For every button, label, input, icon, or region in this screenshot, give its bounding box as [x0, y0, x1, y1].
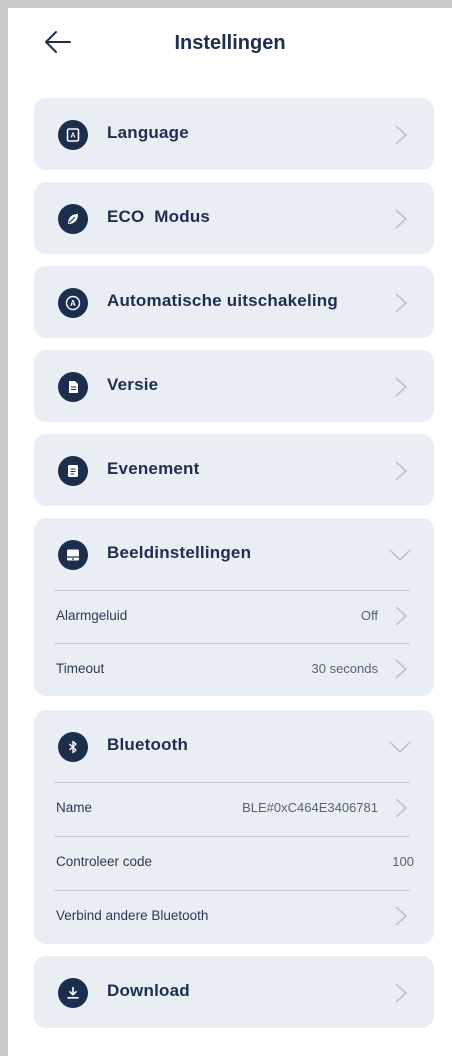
alarm-sound-value: Off [360, 608, 378, 623]
settings-screen: Instellingen A Language ECO Modus A Auto… [8, 8, 452, 1056]
bluetooth-card: Bluetooth Name BLE#0xC464E3406781 Contro… [34, 710, 434, 944]
bluetooth-name-label: Name [56, 800, 93, 815]
event-row[interactable]: Evenement [34, 434, 434, 506]
check-code-label: Controleer code [56, 854, 153, 869]
divider [54, 590, 410, 591]
chevron-right-icon [395, 461, 408, 481]
divider [54, 836, 410, 837]
download-label: Download [107, 981, 190, 1000]
svg-text:A: A [70, 299, 76, 308]
language-card: A Language [34, 98, 434, 170]
bluetooth-row[interactable]: Bluetooth [34, 710, 434, 782]
chevron-down-icon [389, 549, 411, 562]
page-title: Instellingen [8, 32, 452, 55]
event-card: Evenement [34, 434, 434, 506]
document-icon [58, 372, 88, 402]
connect-other-bluetooth-label: Verbind andere Bluetooth [56, 908, 209, 923]
version-row[interactable]: Versie [34, 350, 434, 422]
chevron-right-icon [395, 983, 408, 1003]
divider [54, 890, 410, 891]
divider [54, 643, 410, 644]
svg-text:A: A [70, 133, 75, 140]
download-card: Download [34, 956, 434, 1028]
bluetooth-icon [58, 732, 88, 762]
auto-off-label: Automatische uitschakeling [107, 291, 338, 310]
chevron-right-icon [395, 125, 408, 145]
timeout-label: Timeout [56, 661, 105, 676]
chevron-right-icon [395, 606, 408, 626]
event-list-icon [58, 456, 88, 486]
check-code-value: 100 [392, 854, 414, 869]
auto-icon: A [58, 288, 88, 318]
alarm-sound-label: Alarmgeluid [56, 608, 128, 623]
window-frame-left [0, 0, 8, 1056]
display-settings-card: Beeldinstellingen Alarmgeluid Off Timeou… [34, 518, 434, 696]
download-row[interactable]: Download [34, 956, 434, 1028]
download-icon [58, 978, 88, 1008]
alarm-sound-row[interactable]: Alarmgeluid Off [34, 590, 434, 642]
timeout-row[interactable]: Timeout 30 seconds [34, 643, 434, 695]
auto-off-row[interactable]: A Automatische uitschakeling [34, 266, 434, 338]
bluetooth-label: Bluetooth [107, 735, 189, 754]
bluetooth-name-row[interactable]: Name BLE#0xC464E3406781 [34, 782, 434, 834]
timeout-value: 30 seconds [311, 661, 379, 676]
display-settings-row[interactable]: Beeldinstellingen [34, 518, 434, 590]
version-card: Versie [34, 350, 434, 422]
divider [54, 782, 410, 783]
chevron-right-icon [395, 798, 408, 818]
version-label: Versie [107, 375, 159, 394]
leaf-icon [58, 204, 88, 234]
page-title-text: Instellingen [174, 32, 286, 54]
event-label: Evenement [107, 459, 200, 478]
chevron-right-icon [395, 293, 408, 313]
language-label: Language [107, 123, 189, 142]
eco-row[interactable]: ECO Modus [34, 182, 434, 254]
language-icon: A [58, 120, 88, 150]
chevron-right-icon [395, 209, 408, 229]
connect-other-bluetooth-row[interactable]: Verbind andere Bluetooth [34, 890, 434, 942]
auto-off-card: A Automatische uitschakeling [34, 266, 434, 338]
bluetooth-name-value: BLE#0xC464E3406781 [242, 800, 378, 815]
chevron-down-icon [389, 741, 411, 754]
monitor-icon [58, 540, 88, 570]
eco-label: ECO Modus [107, 207, 211, 226]
display-settings-label: Beeldinstellingen [107, 543, 252, 562]
chevron-right-icon [395, 659, 408, 679]
header: Instellingen [8, 8, 452, 78]
chevron-right-icon [395, 377, 408, 397]
language-row[interactable]: A Language [34, 98, 434, 170]
eco-card: ECO Modus [34, 182, 434, 254]
chevron-right-icon [395, 906, 408, 926]
check-code-row: Controleer code 100 [34, 836, 434, 888]
window-frame-top [0, 0, 452, 8]
